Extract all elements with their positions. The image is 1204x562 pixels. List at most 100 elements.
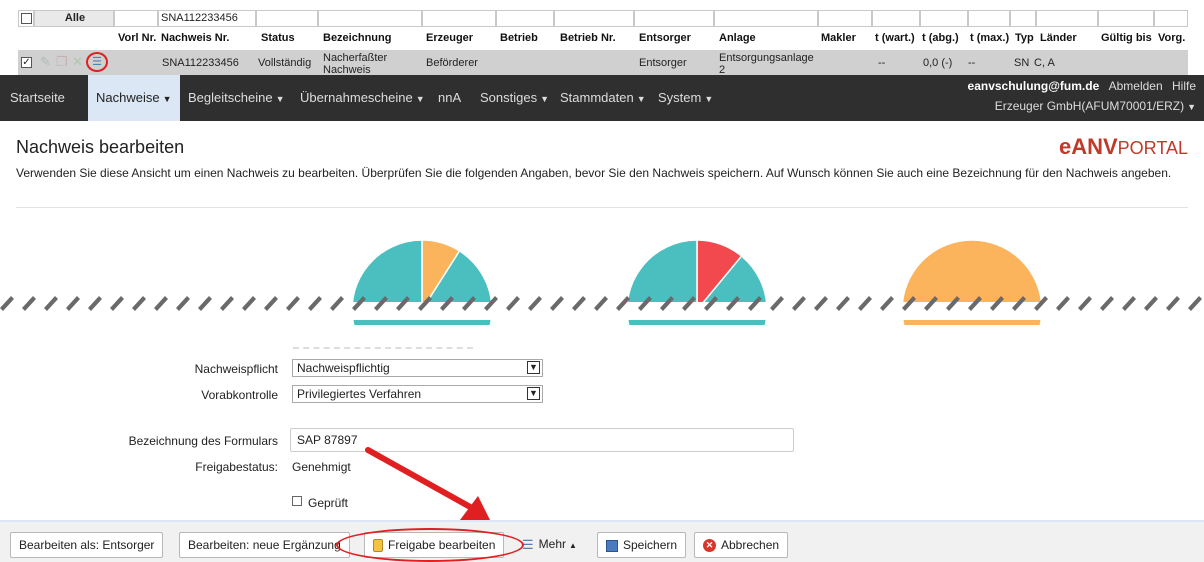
nachweispflicht-select[interactable]: Nachweispflichtig ▼ <box>292 359 543 377</box>
arrow-head <box>460 496 490 520</box>
geprueft-checkbox[interactable] <box>292 496 302 506</box>
nav-nna[interactable]: nnA <box>438 75 461 121</box>
col-header-vorg[interactable]: Vorg. <box>1158 32 1185 44</box>
nav-stammdaten-label: Stammdaten <box>560 90 634 105</box>
vorabkontrolle-value: Privilegiertes Verfahren <box>297 387 422 401</box>
col-header-gueltig-bis[interactable]: Gültig bis <box>1101 32 1152 44</box>
filter-erzeuger[interactable] <box>422 10 496 27</box>
nachweispflicht-value: Nachweispflichtig <box>297 361 390 375</box>
select-all-checkbox[interactable] <box>21 13 32 24</box>
filter-vorg[interactable] <box>1154 10 1188 27</box>
filter-typ[interactable] <box>1010 10 1036 27</box>
col-header-status[interactable]: Status <box>261 32 295 44</box>
col-header-betrieb[interactable]: Betrieb <box>500 32 538 44</box>
arrow-shaft <box>365 447 475 511</box>
filter-t-wart[interactable] <box>872 10 920 27</box>
chevron-up-icon: ▲ <box>569 541 577 550</box>
speichern-button[interactable]: Speichern <box>597 532 687 558</box>
filter-bezeichnung[interactable] <box>318 10 422 27</box>
cell-anlage: Entsorgungsanlage 2 <box>719 52 814 74</box>
filter-vorl-nr[interactable] <box>114 10 158 27</box>
col-header-anlage[interactable]: Anlage <box>719 32 756 44</box>
filter-betrieb[interactable] <box>496 10 554 27</box>
filter-alle-button[interactable]: Alle <box>34 10 114 27</box>
mehr-label: Mehr <box>538 537 566 551</box>
filter-nachweis-nr[interactable]: SNA112233456 <box>158 10 256 27</box>
cell-t-max: -- <box>968 57 976 69</box>
nav-nachweise[interactable]: Nachweise ▼ <box>88 75 180 121</box>
vorabkontrolle-select[interactable]: Privilegiertes Verfahren ▼ <box>292 385 543 403</box>
nav-system[interactable]: System ▼ <box>658 75 713 121</box>
filter-laender[interactable] <box>1036 10 1098 27</box>
nav-startseite[interactable]: Startseite <box>10 75 65 121</box>
help-link[interactable]: Hilfe <box>1172 79 1196 93</box>
filter-gueltig-bis[interactable] <box>1098 10 1154 27</box>
main-navbar: Startseite Nachweise ▼ Begleitscheine ▼ Üb… <box>0 75 1204 121</box>
mehr-dropdown-button[interactable]: ☰ Mehr ▲ <box>518 532 581 558</box>
row-checkbox[interactable]: ✓ <box>21 57 32 68</box>
speichern-label: Speichern <box>623 538 678 552</box>
col-header-nachweis-nr[interactable]: Nachweis Nr. <box>161 32 229 44</box>
row-edit-icon[interactable]: ✎ <box>40 54 51 70</box>
filter-entsorger[interactable] <box>634 10 714 27</box>
cell-laender: C, A <box>1034 57 1055 69</box>
save-icon <box>606 539 618 552</box>
page-title: Nachweis bearbeiten <box>16 137 185 157</box>
cell-nachweis-nr: SNA112233456 <box>162 57 239 69</box>
nav-sonstiges-label: Sonstiges <box>480 90 538 105</box>
col-header-typ[interactable]: Typ <box>1015 32 1034 44</box>
page-description: Verwenden Sie diese Ansicht um einen Nac… <box>16 166 1172 180</box>
col-header-makler[interactable]: Makler <box>821 32 856 44</box>
col-header-vorl-nr[interactable]: Vorl Nr. <box>118 32 156 44</box>
torn-edge-divider <box>0 296 1204 320</box>
edit-as-entsorger-button[interactable]: Bearbeiten als: Entsorger <box>10 532 164 558</box>
nachweispflicht-label: Nachweispflicht <box>194 362 278 376</box>
eanv-portal-logo: eANVPORTAL <box>1059 134 1188 160</box>
col-header-erzeuger[interactable]: Erzeuger <box>426 32 473 44</box>
edit-new-supplement-button[interactable]: Bearbeiten: neue Ergänzung <box>179 532 350 558</box>
company-dropdown[interactable]: Erzeuger GmbH(AFUM70001/ERZ) ▼ <box>995 99 1196 113</box>
cell-erzeuger: Beförderer <box>426 57 478 69</box>
col-header-t-abg[interactable]: t (abg.) <box>922 32 959 44</box>
divider <box>293 347 473 352</box>
cell-bezeichnung: Nacherfaßter Nachweis <box>323 52 388 74</box>
user-info: eanvschulung@fum.de Abmelden Hilfe <box>968 79 1196 93</box>
abbrechen-button[interactable]: ✕ Abbrechen <box>694 532 789 558</box>
nav-uebernahmescheine[interactable]: Übernahmescheine ▼ <box>300 75 425 121</box>
logo-thin: PORTAL <box>1117 138 1188 158</box>
company-label: Erzeuger GmbH(AFUM70001/ERZ) <box>994 99 1185 113</box>
filter-makler[interactable] <box>818 10 872 27</box>
chevron-down-icon: ▼ <box>527 387 540 400</box>
filter-status[interactable] <box>256 10 318 27</box>
col-header-entsorger[interactable]: Entsorger <box>639 32 691 44</box>
chevron-down-icon: ▼ <box>1187 102 1196 112</box>
nav-stammdaten[interactable]: Stammdaten ▼ <box>560 75 646 121</box>
freigabestatus-value: Genehmigt <box>292 460 351 474</box>
freigabe-bearbeiten-button[interactable]: Freigabe bearbeiten <box>364 532 505 558</box>
col-header-laender[interactable]: Länder <box>1040 32 1077 44</box>
col-header-bezeichnung[interactable]: Bezeichnung <box>323 32 391 44</box>
nav-sonstiges[interactable]: Sonstiges ▼ <box>480 75 549 121</box>
chevron-down-icon: ▼ <box>415 94 425 104</box>
filter-betrieb-nr[interactable] <box>554 10 634 27</box>
filter-anlage[interactable] <box>714 10 818 27</box>
table-row[interactable]: ✓ ✎ ❐ ✕ ☰ SNA112233456 Vollständig Nache… <box>18 50 1188 75</box>
col-header-betrieb-nr[interactable]: Betrieb Nr. <box>560 32 616 44</box>
row-delete-icon[interactable]: ✕ <box>72 54 83 70</box>
chevron-down-icon: ▼ <box>636 94 646 104</box>
nav-begleitscheine[interactable]: Begleitscheine ▼ <box>188 75 284 121</box>
user-email: eanvschulung@fum.de <box>967 79 1100 93</box>
col-header-t-max[interactable]: t (max.) <box>970 32 1009 44</box>
bezeichnung-label: Bezeichnung des Formulars <box>128 434 278 448</box>
select-all-checkbox-cell[interactable] <box>18 10 34 27</box>
row-copy-icon[interactable]: ❐ <box>56 54 68 70</box>
col-header-t-wart[interactable]: t (wart.) <box>875 32 915 44</box>
filter-t-abg[interactable] <box>920 10 968 27</box>
chevron-down-icon: ▼ <box>162 94 172 104</box>
nav-begleitscheine-label: Begleitscheine <box>188 90 273 105</box>
divider <box>16 207 1188 208</box>
filter-t-max[interactable] <box>968 10 1010 27</box>
logout-link[interactable]: Abmelden <box>1109 79 1163 93</box>
row-list-icon[interactable]: ☰ <box>86 52 108 72</box>
cell-typ: SN <box>1014 57 1030 69</box>
